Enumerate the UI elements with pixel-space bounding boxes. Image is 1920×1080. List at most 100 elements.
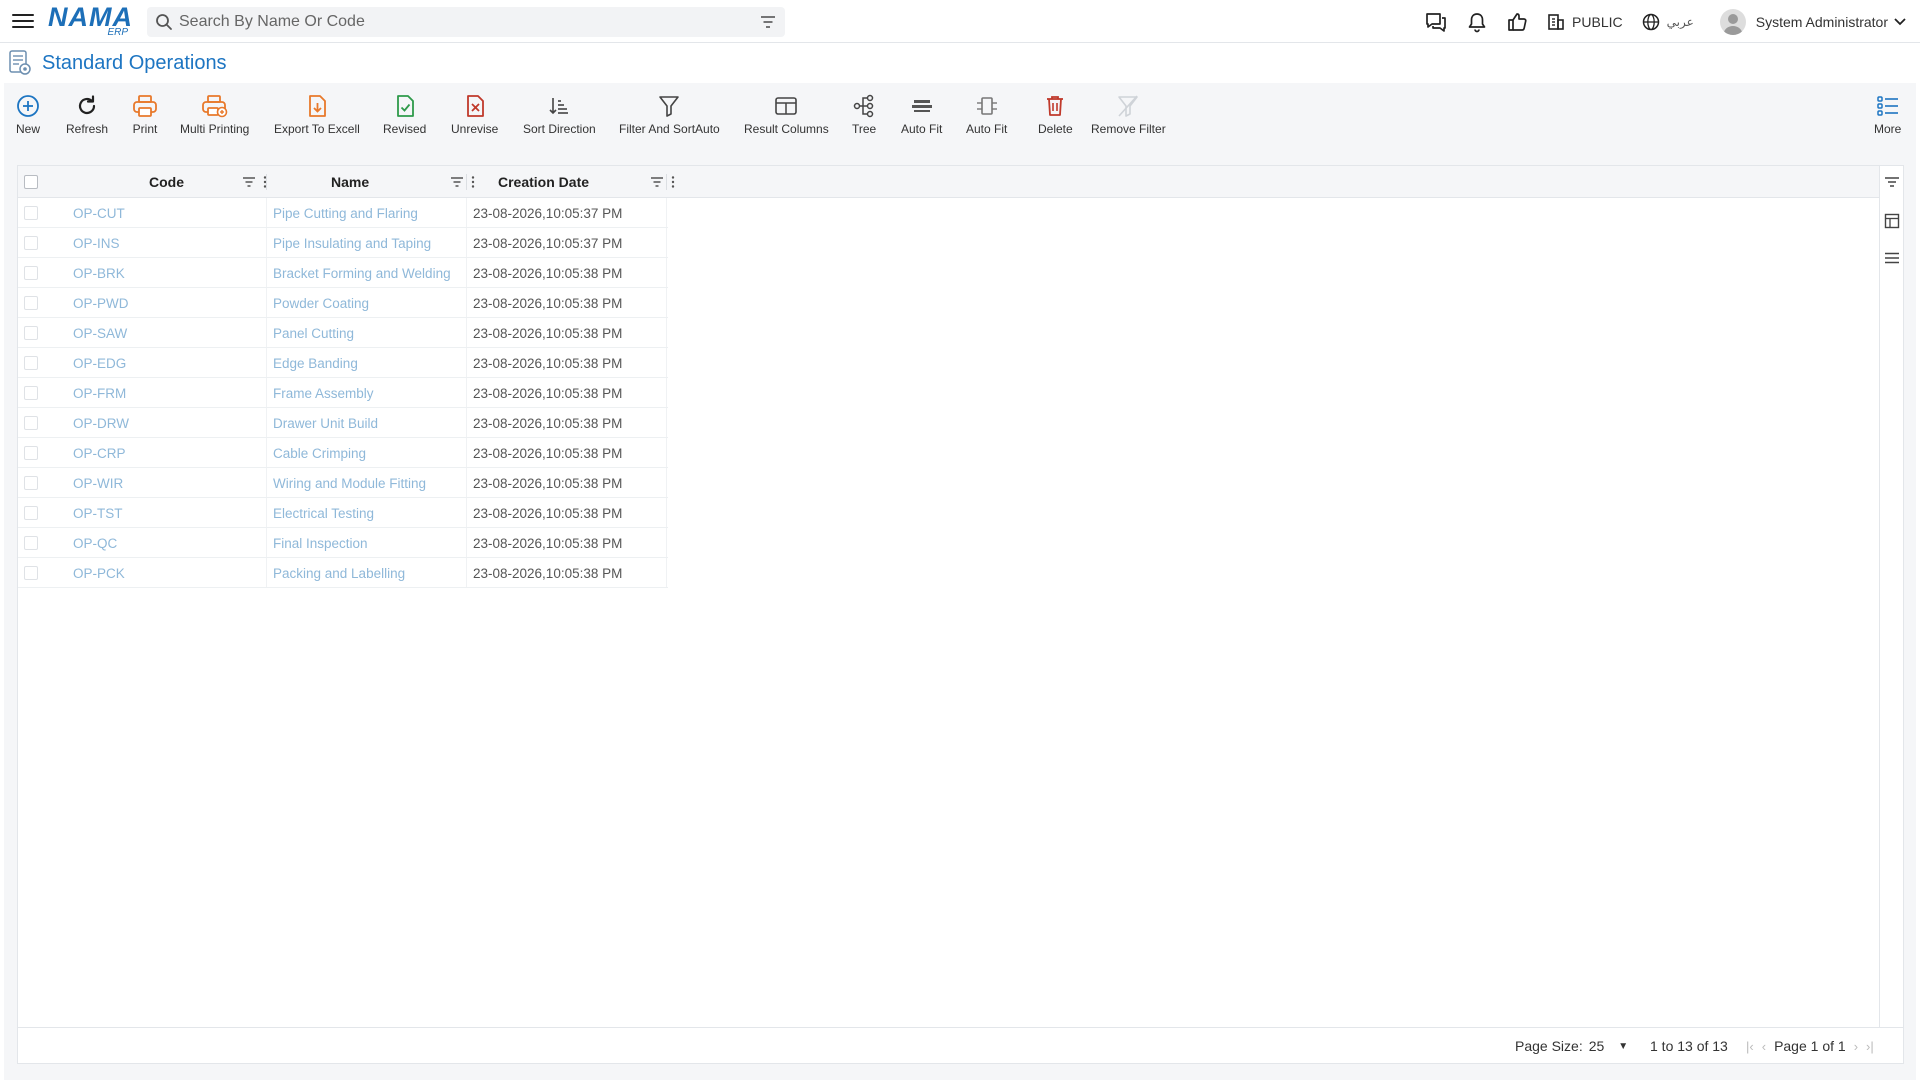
code-cell[interactable]: OP-PCK: [73, 558, 125, 588]
name-cell[interactable]: Cable Crimping: [273, 438, 366, 468]
hamburger-menu-icon[interactable]: [12, 10, 34, 32]
name-cell[interactable]: Drawer Unit Build: [273, 408, 378, 438]
user-menu[interactable]: System Administrator: [1719, 8, 1908, 35]
language-switcher[interactable]: عربي: [1641, 12, 1694, 32]
new-button[interactable]: New: [16, 93, 40, 136]
last-page-icon[interactable]: ›|: [1866, 1039, 1874, 1054]
row-checkbox[interactable]: [24, 528, 38, 558]
row-checkbox[interactable]: [24, 468, 38, 498]
row-checkbox[interactable]: [24, 258, 38, 288]
name-cell[interactable]: Bracket Forming and Welding: [273, 258, 451, 288]
export-excel-button[interactable]: Export To Excell: [274, 93, 360, 136]
table-row[interactable]: OP-TST Electrical Testing 23-08-2026,10:05…: [18, 498, 668, 528]
code-cell[interactable]: OP-DRW: [73, 408, 129, 438]
column-filter-icon[interactable]: [242, 175, 256, 189]
table-row[interactable]: OP-SAW Panel Cutting 23-08-2026,10:05:38 P…: [18, 318, 668, 348]
column-menu-icon[interactable]: [668, 175, 678, 189]
side-columns-icon[interactable]: [1884, 213, 1900, 229]
refresh-button[interactable]: Refresh: [66, 93, 108, 136]
auto-fit-rows-button[interactable]: Auto Fit: [901, 93, 942, 136]
sort-direction-button[interactable]: Sort Direction: [523, 93, 596, 136]
chevron-down-icon: [1894, 17, 1906, 25]
table-row[interactable]: OP-CRP Cable Crimping 23-08-2026,10:05:38 …: [18, 438, 668, 468]
remove-filter-button[interactable]: Remove Filter: [1091, 93, 1166, 136]
column-filter-icon[interactable]: [650, 175, 664, 189]
company-selector[interactable]: PUBLIC: [1546, 12, 1623, 32]
revised-button[interactable]: Revised: [383, 93, 426, 136]
side-filter-icon[interactable]: [1884, 175, 1900, 189]
multi-printing-button[interactable]: Multi Printing: [180, 93, 249, 136]
name-cell[interactable]: Frame Assembly: [273, 378, 374, 408]
row-checkbox[interactable]: [24, 438, 38, 468]
table-row[interactable]: OP-QC Final Inspection 23-08-2026,10:05:38…: [18, 528, 668, 558]
thumbs-up-icon[interactable]: [1506, 11, 1528, 33]
row-checkbox[interactable]: [24, 498, 38, 528]
column-separator[interactable]: [266, 174, 267, 190]
table-row[interactable]: OP-BRK Bracket Forming and Welding 23-08-2…: [18, 258, 668, 288]
filter-and-sort-button[interactable]: Filter And SortAuto: [619, 93, 720, 136]
row-checkbox[interactable]: [24, 408, 38, 438]
unrevise-button[interactable]: Unrevise: [451, 93, 498, 136]
name-cell[interactable]: Pipe Insulating and Taping: [273, 228, 431, 258]
row-checkbox[interactable]: [24, 348, 38, 378]
row-checkbox[interactable]: [24, 288, 38, 318]
table-row[interactable]: OP-EDG Edge Banding 23-08-2026,10:05:38 PM: [18, 348, 668, 378]
row-checkbox[interactable]: [24, 378, 38, 408]
code-cell[interactable]: OP-CUT: [73, 198, 125, 228]
table-row[interactable]: OP-DRW Drawer Unit Build 23-08-2026,10:05:…: [18, 408, 668, 438]
delete-button[interactable]: Delete: [1038, 93, 1073, 136]
column-filter-icon[interactable]: [450, 175, 464, 189]
notification-bell-icon[interactable]: [1466, 11, 1488, 33]
result-columns-button[interactable]: Result Columns: [744, 93, 829, 136]
multi-printing-label: Multi Printing: [180, 122, 250, 136]
code-cell[interactable]: OP-QC: [73, 528, 117, 558]
table-row[interactable]: OP-FRM Frame Assembly 23-08-2026,10:05:38 …: [18, 378, 668, 408]
name-cell[interactable]: Electrical Testing: [273, 498, 374, 528]
name-cell[interactable]: Packing and Labelling: [273, 558, 405, 588]
column-header-name[interactable]: Name: [268, 166, 475, 198]
name-cell[interactable]: Edge Banding: [273, 348, 358, 378]
name-cell[interactable]: Powder Coating: [273, 288, 369, 318]
table-row[interactable]: OP-INS Pipe Insulating and Taping 23-08-20…: [18, 228, 668, 258]
print-button[interactable]: Print: [132, 93, 158, 136]
tree-button[interactable]: Tree: [852, 93, 876, 136]
column-separator[interactable]: [666, 174, 667, 190]
code-cell[interactable]: OP-BRK: [73, 258, 125, 288]
row-checkbox[interactable]: [24, 318, 38, 348]
column-header-code[interactable]: Code: [58, 166, 267, 198]
code-cell[interactable]: OP-FRM: [73, 378, 126, 408]
name-cell[interactable]: Panel Cutting: [273, 318, 354, 348]
nama-erp-logo[interactable]: NAMA ERP: [48, 4, 132, 39]
auto-fit-columns-button[interactable]: Auto Fit: [966, 93, 1007, 136]
row-checkbox[interactable]: [24, 198, 38, 228]
side-menu-icon[interactable]: [1884, 251, 1900, 265]
search-filter-icon[interactable]: [759, 13, 777, 36]
table-row[interactable]: OP-PWD Powder Coating 23-08-2026,10:05:38 …: [18, 288, 668, 318]
page-size-select[interactable]: 25 ▼: [1589, 1038, 1628, 1054]
code-cell[interactable]: OP-INS: [73, 228, 120, 258]
code-cell[interactable]: OP-CRP: [73, 438, 126, 468]
chat-icon[interactable]: [1424, 11, 1448, 33]
first-page-icon[interactable]: |‹: [1746, 1039, 1754, 1054]
code-cell[interactable]: OP-EDG: [73, 348, 126, 378]
code-cell[interactable]: OP-WIR: [73, 468, 123, 498]
next-page-icon[interactable]: ›: [1854, 1039, 1858, 1054]
name-cell[interactable]: Pipe Cutting and Flaring: [273, 198, 418, 228]
code-cell[interactable]: OP-PWD: [73, 288, 129, 318]
code-cell[interactable]: OP-TST: [73, 498, 123, 528]
previous-page-icon[interactable]: ‹: [1762, 1039, 1766, 1054]
row-checkbox[interactable]: [24, 228, 38, 258]
name-cell[interactable]: Final Inspection: [273, 528, 368, 558]
table-row[interactable]: OP-PCK Packing and Labelling 23-08-2026,10…: [18, 558, 668, 588]
code-cell[interactable]: OP-SAW: [73, 318, 127, 348]
column-separator[interactable]: [466, 174, 467, 190]
table-row[interactable]: OP-WIR Wiring and Module Fitting 23-08-202…: [18, 468, 668, 498]
select-all-checkbox[interactable]: [24, 166, 38, 198]
more-button[interactable]: More: [1874, 93, 1901, 136]
logo-sub-text: ERP: [107, 27, 128, 38]
column-header-creation-date[interactable]: Creation Date: [468, 166, 675, 198]
row-checkbox[interactable]: [24, 558, 38, 588]
search-input[interactable]: [179, 13, 739, 31]
name-cell[interactable]: Wiring and Module Fitting: [273, 468, 426, 498]
table-row[interactable]: OP-CUT Pipe Cutting and Flaring 23-08-2026…: [18, 198, 668, 228]
